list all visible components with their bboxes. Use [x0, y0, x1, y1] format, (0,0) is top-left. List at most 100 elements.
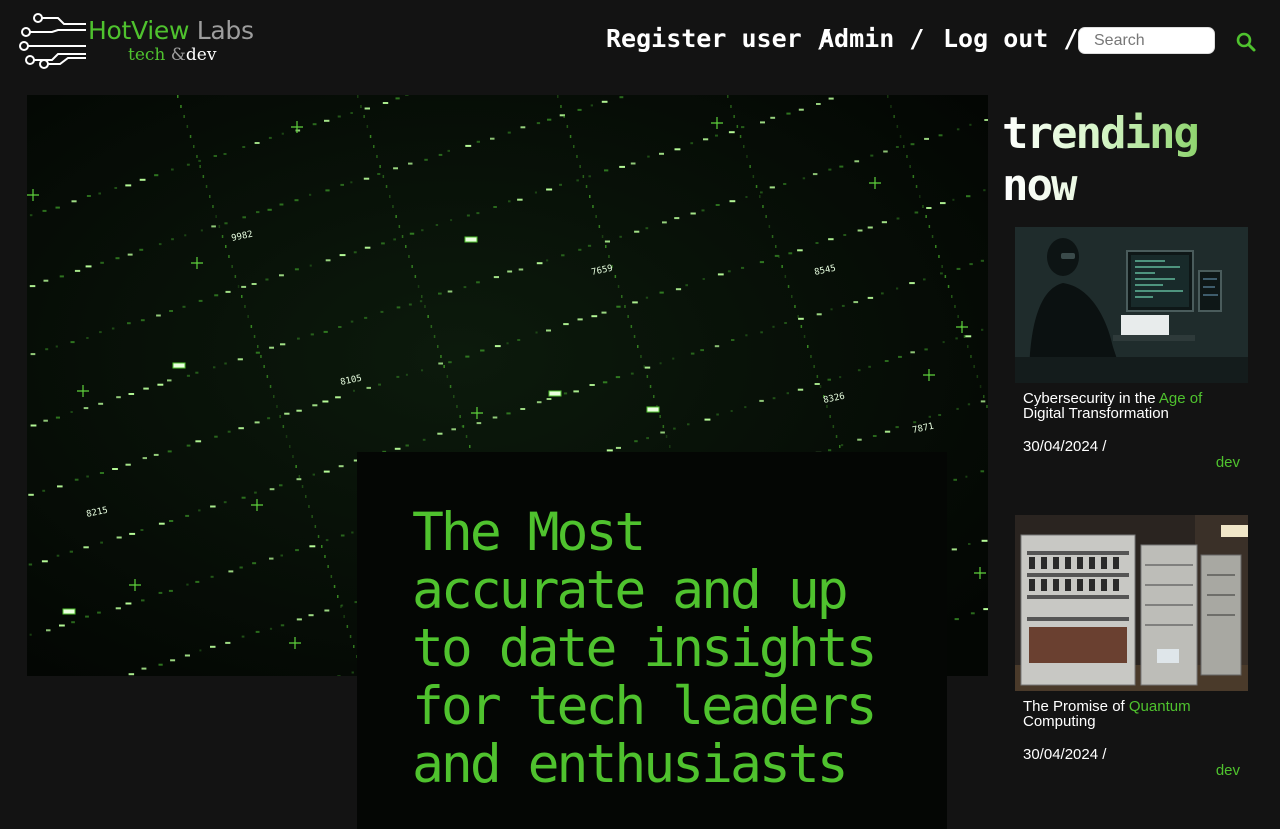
grid-dot	[382, 102, 389, 104]
grid-dot	[602, 381, 608, 384]
grid-dot	[351, 671, 354, 674]
site-logo[interactable]: HotView Labs tech &dev	[18, 12, 268, 70]
grid-dot	[153, 453, 159, 456]
grid-dot	[592, 205, 594, 208]
grid-dot	[353, 251, 357, 254]
grid-dot	[255, 351, 260, 354]
grid-dot	[292, 455, 294, 458]
nav-logout: Log out /	[943, 20, 1078, 56]
grid-dot	[476, 281, 480, 284]
grid-dot	[215, 215, 217, 218]
grid-dot	[476, 140, 480, 143]
admin-link[interactable]: Admin /	[819, 24, 924, 53]
grid-dot	[128, 393, 135, 395]
grid-dot	[438, 153, 443, 156]
cybersecurity-thumbnail[interactable]	[1015, 227, 1248, 383]
grid-dot	[202, 175, 205, 178]
grid-dot	[184, 654, 190, 657]
grid-dot	[469, 445, 471, 448]
grid-dot	[241, 295, 243, 298]
article-category-link[interactable]: dev	[1216, 762, 1240, 779]
article-title-link[interactable]: The Promise of Quantum Computing	[1023, 699, 1248, 729]
grid-dot	[563, 115, 565, 118]
grid-dot	[615, 446, 621, 449]
grid-dot	[294, 199, 299, 202]
grid-dot	[200, 229, 203, 232]
grid-dot	[768, 225, 771, 228]
quantum-computing-thumbnail[interactable]	[1015, 515, 1248, 691]
grid-dot	[560, 105, 562, 108]
grid-dot	[158, 243, 162, 246]
grid-dot	[260, 355, 262, 358]
grid-dot	[86, 337, 89, 339]
search-input[interactable]	[1078, 27, 1215, 54]
article-category-link[interactable]: dev	[1216, 454, 1240, 471]
grid-dot	[324, 119, 330, 122]
grid-dot	[343, 615, 345, 618]
grid-dot	[839, 376, 842, 379]
grid-dot	[476, 212, 480, 215]
grid-dot	[659, 152, 664, 155]
grid-dot	[690, 142, 694, 145]
grid-dot	[608, 255, 610, 258]
grid-dot	[167, 450, 172, 453]
grid-dot	[591, 315, 598, 318]
grid-dot	[28, 493, 34, 496]
grid-dot	[576, 179, 579, 182]
grid-dot	[225, 245, 227, 248]
grid-dot	[674, 148, 681, 151]
grid-dot	[228, 570, 234, 573]
grid-dot	[727, 95, 729, 98]
grid-dot	[250, 325, 253, 328]
grid-dot	[816, 103, 821, 105]
grid-dot	[42, 209, 47, 212]
grid-dot	[791, 295, 793, 298]
logout-link[interactable]: Log out /	[943, 24, 1078, 53]
grid-tag	[646, 406, 660, 413]
grid-dot	[273, 395, 275, 398]
article-title-link[interactable]: Cybersecurity in the Age of Digital Tran…	[1023, 391, 1248, 421]
grid-dot	[301, 485, 304, 488]
grid-dot	[214, 435, 218, 438]
grid-dot	[253, 335, 256, 338]
grid-dot	[417, 285, 420, 288]
register-user-link[interactable]: Register user /	[606, 24, 832, 53]
grid-dot	[125, 602, 132, 605]
grid-dot	[214, 294, 219, 297]
grid-dot	[115, 257, 120, 260]
grid-dot	[170, 659, 176, 662]
grid-dot	[351, 531, 354, 534]
hero-tagline: The Most accurate and up to date insight…	[412, 502, 878, 795]
grid-dot	[645, 296, 649, 299]
grid-dot	[213, 155, 217, 157]
grid-dot	[97, 611, 101, 614]
grid-dot	[184, 234, 187, 237]
grid-dot	[546, 329, 551, 332]
grid-dot	[139, 178, 146, 181]
grid-dot	[947, 285, 950, 288]
grid-dot	[195, 371, 199, 374]
grid-dot	[507, 270, 513, 273]
grid-dot	[775, 245, 777, 248]
grid-dot	[357, 95, 359, 98]
grid-dot	[857, 229, 863, 232]
grid-dot	[267, 208, 272, 211]
grid-dot	[717, 273, 724, 276]
grid-dot	[340, 183, 344, 186]
grid-dot	[421, 295, 423, 298]
search-icon[interactable]	[1234, 30, 1258, 54]
grid-dot	[42, 489, 46, 492]
grid-dot	[867, 226, 873, 229]
grid-dot	[909, 282, 915, 285]
grid-dot	[798, 317, 804, 320]
grid-dot	[279, 484, 283, 487]
grid-dot	[771, 235, 774, 238]
grid-dot	[924, 137, 929, 140]
grid-tag	[172, 362, 186, 369]
grid-dot	[171, 168, 174, 171]
grid-dot	[459, 415, 461, 418]
grid-dot	[772, 397, 776, 400]
grid-dot	[254, 421, 260, 424]
grid-dot	[285, 435, 288, 438]
grid-dot	[536, 262, 543, 265]
